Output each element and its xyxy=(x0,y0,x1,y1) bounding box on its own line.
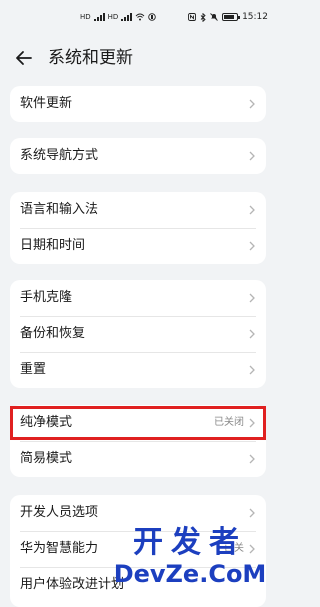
signal-icon xyxy=(93,13,105,21)
menu-item-label: 软件更新 xyxy=(20,96,73,111)
chevron-right-icon xyxy=(249,293,255,303)
menu-item-label: 语言和输入法 xyxy=(20,202,99,217)
menu-item-navigation-mode[interactable]: 系统导航方式 xyxy=(10,138,266,174)
chevron-right-icon xyxy=(249,151,255,161)
settings-group-modes: 纯净模式 已关闭 简易模式 xyxy=(10,405,266,477)
menu-item-software-update[interactable]: 软件更新 xyxy=(10,86,266,122)
menu-item-pure-mode[interactable]: 纯净模式 已关闭 xyxy=(10,405,266,441)
chevron-right-icon xyxy=(249,205,255,215)
menu-item-label: 开发人员选项 xyxy=(20,505,99,520)
back-arrow-icon[interactable] xyxy=(14,48,34,68)
chevron-right-icon xyxy=(249,329,255,339)
nfc-icon xyxy=(188,13,197,21)
watermark-bottom: DevZe.CoM xyxy=(113,560,267,588)
menu-item-phone-clone[interactable]: 手机克隆 xyxy=(10,280,266,316)
menu-item-simple-mode[interactable]: 简易模式 xyxy=(10,441,266,477)
chevron-right-icon xyxy=(249,418,255,428)
menu-item-value: 已关闭 xyxy=(214,417,244,428)
app-header: 系统和更新 xyxy=(0,36,276,80)
menu-item-label: 华为智慧能力 xyxy=(20,541,99,556)
mute-icon xyxy=(210,13,218,21)
hd-signal-icon: HD xyxy=(80,13,91,21)
watermark: 开发者 DevZe.CoM xyxy=(110,526,270,596)
chevron-right-icon xyxy=(249,365,255,375)
menu-item-label: 系统导航方式 xyxy=(20,148,99,163)
menu-item-label: 纯净模式 xyxy=(20,415,73,430)
battery-icon xyxy=(222,13,241,21)
hd-signal-icon: HD xyxy=(107,13,119,21)
wifi-icon xyxy=(135,13,145,21)
chevron-right-icon xyxy=(249,454,255,464)
chevron-right-icon xyxy=(249,241,255,251)
menu-item-language-input[interactable]: 语言和输入法 xyxy=(10,192,266,228)
menu-item-label: 备份和恢复 xyxy=(20,326,86,341)
settings-group-update: 软件更新 xyxy=(10,86,266,122)
bluetooth-icon xyxy=(200,12,206,22)
status-time: 15:12 xyxy=(242,12,268,22)
menu-item-label: 手机克隆 xyxy=(20,290,73,305)
settings-group-navigation: 系统导航方式 xyxy=(10,138,266,174)
menu-item-reset[interactable]: 重置 xyxy=(10,352,266,388)
menu-item-label: 用户体验改进计划 xyxy=(20,577,125,592)
status-bar: HD HD 15:12 xyxy=(0,0,276,36)
page-title: 系统和更新 xyxy=(48,48,133,68)
watermark-top: 开发者 xyxy=(133,525,247,560)
menu-item-backup-restore[interactable]: 备份和恢复 xyxy=(10,316,266,352)
settings-group-backup: 手机克隆 备份和恢复 重置 xyxy=(10,280,266,388)
menu-item-label: 日期和时间 xyxy=(20,238,86,253)
sim-status-icon xyxy=(148,13,157,21)
menu-item-label: 重置 xyxy=(20,362,47,377)
chevron-right-icon xyxy=(249,508,255,518)
menu-item-date-time[interactable]: 日期和时间 xyxy=(10,228,266,264)
chevron-right-icon xyxy=(249,99,255,109)
menu-item-label: 简易模式 xyxy=(20,451,73,466)
settings-group-language-time: 语言和输入法 日期和时间 xyxy=(10,192,266,264)
signal-icon xyxy=(121,13,133,21)
